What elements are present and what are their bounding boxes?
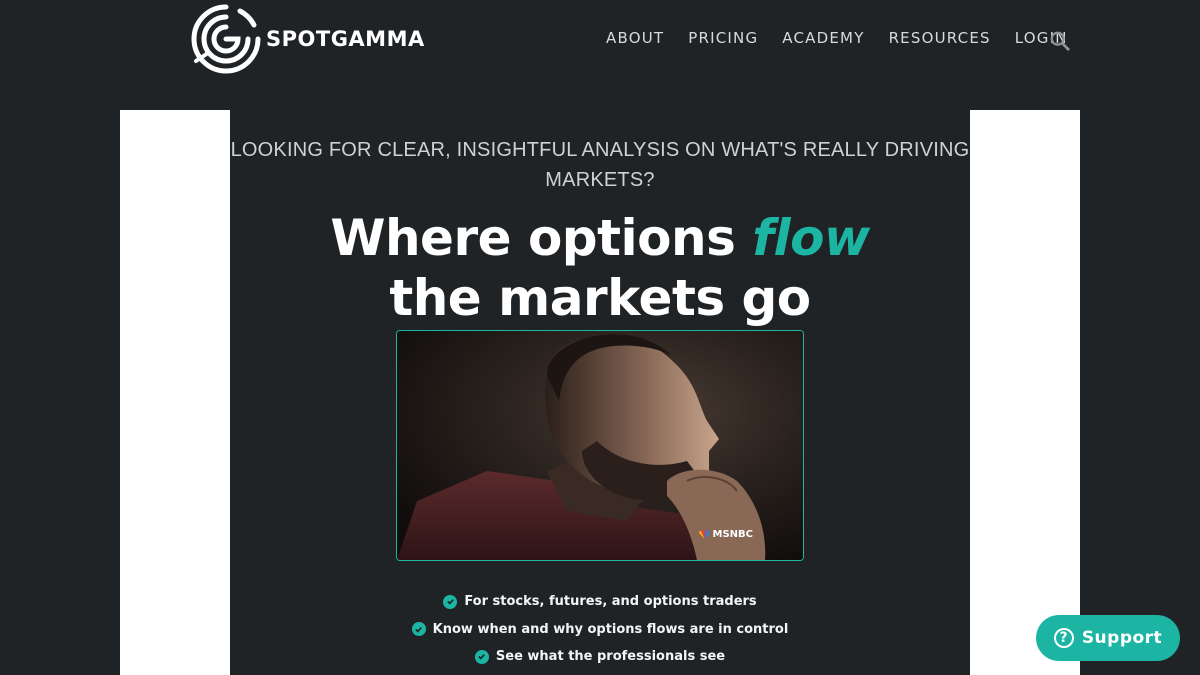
feature-text: See what the professionals see	[495, 649, 726, 665]
help-icon: ?	[1053, 628, 1074, 648]
site-header: SPOTGAMMA ABOUT PRICING ACADEMY RESOURCE…	[0, 0, 1200, 80]
brand-name: SPOTGAMMA	[266, 27, 425, 51]
support-label: Support	[1081, 628, 1163, 648]
headline-line-1: Where options flow	[230, 208, 970, 268]
nav-pricing[interactable]: PRICING	[688, 29, 758, 47]
support-button[interactable]: ? Support	[1036, 615, 1180, 661]
nav-resources[interactable]: RESOURCES	[889, 29, 991, 47]
msnbc-badge: MSNBC	[698, 529, 753, 540]
search-icon[interactable]	[1049, 30, 1071, 52]
nav-academy[interactable]: ACADEMY	[782, 29, 864, 47]
nav-about[interactable]: ABOUT	[606, 29, 664, 47]
msnbc-label: MSNBC	[712, 529, 753, 540]
main-nav: ABOUT PRICING ACADEMY RESOURCES LOGIN	[606, 29, 1092, 47]
headline-accent: flow	[752, 209, 870, 267]
hero-headline: Where options flow the markets go	[230, 208, 970, 328]
brand-logo[interactable]: SPOTGAMMA	[190, 3, 425, 75]
video-thumbnail	[397, 331, 803, 560]
spotgamma-logo-icon	[191, 4, 261, 74]
kicker-line-1: LOOKING FOR CLEAR, INSIGHTFUL ANALYSIS O…	[230, 139, 970, 161]
list-item: See what the professionals see	[230, 643, 970, 671]
check-icon	[411, 622, 426, 637]
feature-text: For stocks, futures, and options traders	[464, 594, 757, 610]
peacock-icon	[698, 530, 710, 539]
feature-list: For stocks, futures, and options traders…	[230, 588, 970, 671]
check-icon	[474, 649, 489, 664]
hero-panel: LOOKING FOR CLEAR, INSIGHTFUL ANALYSIS O…	[230, 110, 970, 675]
feature-text: Know when and why options flows are in c…	[432, 621, 789, 637]
list-item: Know when and why options flows are in c…	[230, 616, 970, 644]
list-item: For stocks, futures, and options traders	[230, 588, 970, 616]
hero-video[interactable]: MSNBC	[396, 330, 804, 561]
check-icon	[443, 594, 458, 609]
hero-kicker: LOOKING FOR CLEAR, INSIGHTFUL ANALYSIS O…	[230, 135, 970, 195]
headline-line-2: the markets go	[389, 269, 811, 327]
headline-prefix: Where options	[330, 209, 753, 267]
kicker-line-2: MARKETS?	[545, 169, 655, 191]
